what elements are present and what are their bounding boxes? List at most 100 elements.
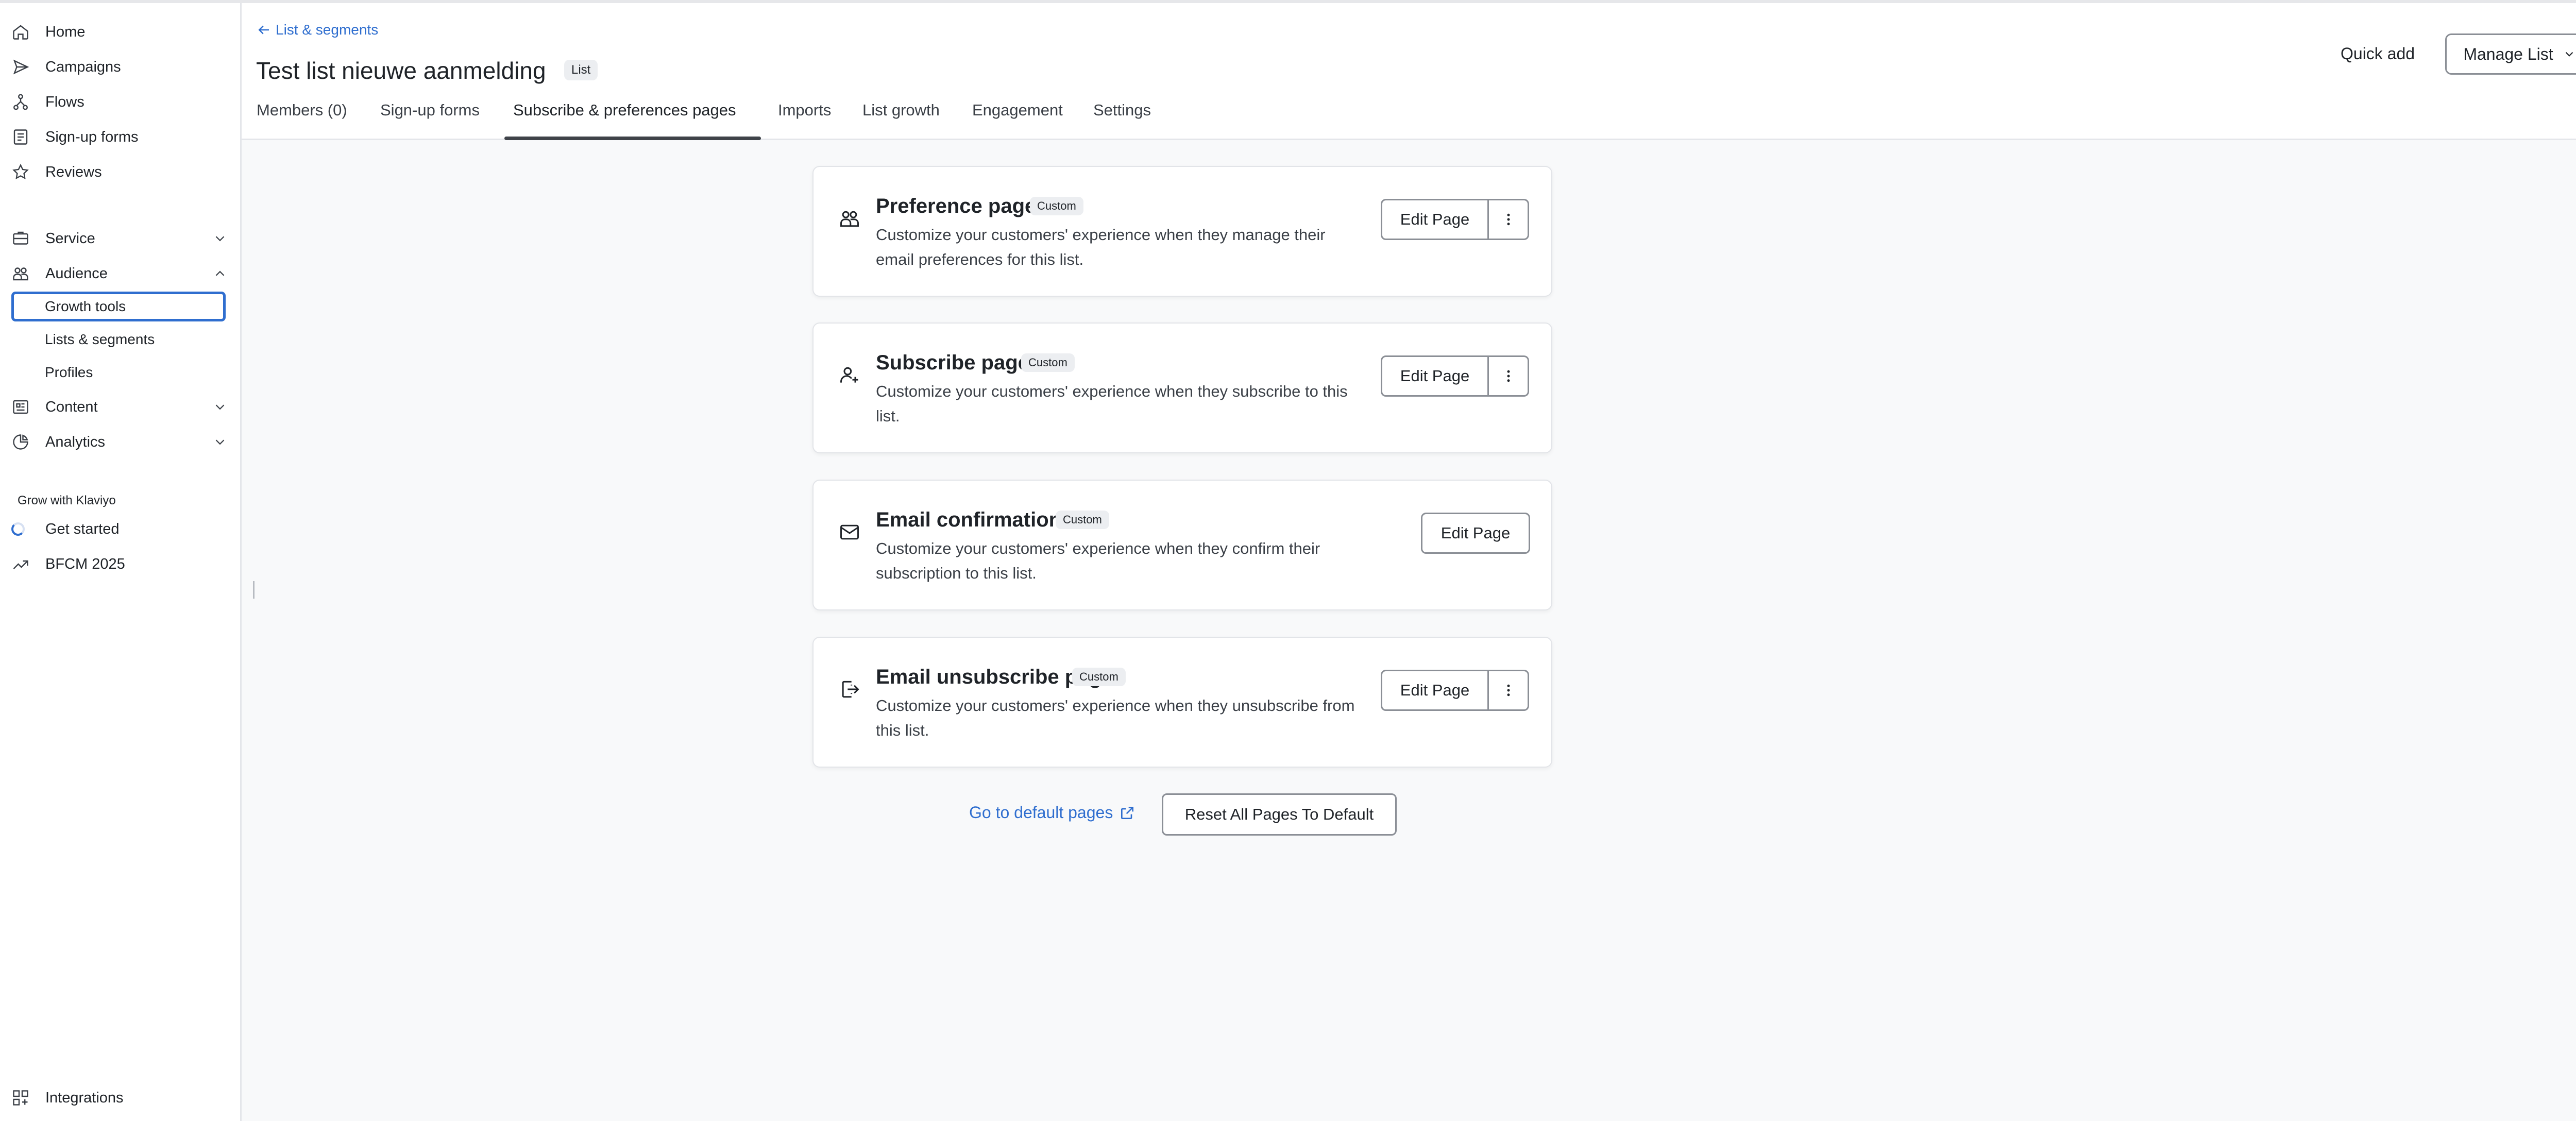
more-options-button[interactable] — [1489, 199, 1529, 240]
external-link-icon — [1121, 806, 1134, 819]
sidebar-item-label: Reviews — [45, 163, 102, 180]
sidebar-item-service[interactable]: Service — [11, 224, 228, 253]
envelope-icon — [840, 524, 859, 540]
custom-badge: Custom — [1021, 353, 1075, 372]
home-icon — [11, 21, 34, 43]
analytics-icon — [11, 431, 34, 453]
tab-members[interactable]: Members (0) — [257, 101, 347, 120]
go-to-default-pages-link[interactable]: Go to default pages — [969, 803, 1136, 822]
quick-add-button[interactable]: Quick add — [2341, 44, 2415, 63]
default-link-label: Go to default pages — [969, 803, 1113, 822]
chevron-down-icon[interactable] — [212, 434, 228, 450]
edit-page-button[interactable]: Edit Page — [1421, 513, 1530, 554]
resize-handle[interactable] — [253, 581, 255, 599]
sidebar-item-label: Home — [45, 23, 86, 40]
back-link[interactable]: List & segments — [256, 22, 378, 38]
audience-icon — [11, 262, 34, 285]
user-add-icon — [840, 367, 858, 383]
more-options-button[interactable] — [1489, 355, 1529, 397]
trend-up-icon — [11, 553, 34, 575]
manage-list-button[interactable]: Manage List — [2445, 33, 2576, 75]
send-icon — [11, 56, 34, 78]
sidebar-item-flows[interactable]: Flows — [11, 87, 228, 117]
sidebar-item-label: Campaigns — [45, 58, 121, 75]
sidebar-item-label: Service — [45, 230, 95, 247]
card-email-confirmation: Email confirmation Custom Customize your… — [812, 480, 1552, 610]
logout-icon — [842, 681, 859, 698]
chevron-down-icon[interactable] — [212, 399, 228, 415]
custom-badge: Custom — [1072, 668, 1126, 686]
reset-all-pages-button[interactable]: Reset All Pages To Default — [1162, 793, 1397, 836]
sidebar-item-label: Integrations — [45, 1089, 124, 1106]
preferences-icon — [840, 211, 859, 227]
card-subscribe-page: Subscribe page Custom Customize your cus… — [812, 322, 1552, 453]
manage-list-label: Manage List — [2463, 44, 2553, 63]
sidebar: Home Campaigns Flows Sign-up forms Revie… — [0, 3, 242, 1121]
more-vertical-icon — [1507, 213, 1510, 226]
sidebar-item-home[interactable]: Home — [11, 17, 228, 47]
chevron-down-icon — [2565, 52, 2573, 57]
card-description: Customize your customers' experience whe… — [876, 226, 1326, 268]
tab-subscribe-preferences[interactable]: Subscribe & preferences pages — [513, 101, 736, 120]
card-preference-page: Preference page Custom Customize your cu… — [812, 166, 1552, 297]
sidebar-item-label: BFCM 2025 — [45, 555, 125, 572]
more-vertical-icon — [1507, 684, 1510, 697]
grow-section-label: Grow with Klaviyo — [18, 494, 116, 507]
sidebar-subitem-profiles[interactable]: Profiles — [11, 358, 226, 387]
sidebar-subitem-lists-segments[interactable]: Lists & segments — [11, 325, 226, 354]
sidebar-item-label: Content — [45, 398, 98, 415]
sidebar-item-label: Analytics — [45, 433, 106, 450]
sidebar-item-reviews[interactable]: Reviews — [11, 157, 228, 187]
edit-button-group: Edit Page — [1381, 670, 1529, 711]
tab-engagement[interactable]: Engagement — [972, 101, 1063, 120]
sidebar-item-bfcm[interactable]: BFCM 2025 — [11, 549, 228, 579]
sidebar-subitem-label: Lists & segments — [45, 331, 155, 347]
sidebar-item-integrations[interactable]: Integrations — [11, 1083, 228, 1113]
edit-button-group: Edit Page — [1381, 355, 1529, 397]
list-badge: List — [564, 60, 598, 80]
custom-badge: Custom — [1056, 511, 1109, 529]
edit-page-button[interactable]: Edit Page — [1381, 199, 1489, 240]
sidebar-item-analytics[interactable]: Analytics — [11, 427, 228, 457]
page-header: List & segments Test list nieuwe aanmeld… — [242, 3, 2576, 140]
sidebar-item-label: Get started — [45, 520, 120, 537]
more-options-button[interactable] — [1489, 670, 1529, 711]
tab-sign-up-forms[interactable]: Sign-up forms — [380, 101, 480, 120]
edit-page-button[interactable]: Edit Page — [1381, 670, 1489, 711]
sidebar-item-get-started[interactable]: Get started — [11, 514, 228, 544]
card-title: Preference page — [876, 195, 1037, 217]
sidebar-subitem-label: Growth tools — [45, 298, 126, 314]
form-icon — [11, 126, 34, 148]
integrations-icon — [11, 1086, 34, 1109]
custom-badge: Custom — [1030, 197, 1083, 215]
tab-imports[interactable]: Imports — [778, 101, 831, 120]
card-title: Subscribe page — [876, 351, 1029, 374]
sidebar-item-audience[interactable]: Audience — [11, 259, 228, 288]
sidebar-item-sign-up-forms[interactable]: Sign-up forms — [11, 122, 228, 152]
active-tab-indicator — [504, 137, 761, 140]
chevron-down-icon[interactable] — [212, 231, 228, 246]
card-description: Customize your customers' experience whe… — [876, 539, 1320, 582]
chevron-up-icon[interactable] — [212, 266, 228, 281]
sidebar-item-label: Audience — [45, 265, 108, 282]
star-icon — [11, 161, 34, 183]
content-icon — [11, 396, 34, 418]
sidebar-subitem-growth-tools[interactable]: Growth tools — [11, 292, 226, 321]
card-description: Customize your customers' experience whe… — [876, 697, 1355, 739]
progress-spinner-icon — [11, 518, 34, 540]
edit-button-group: Edit Page — [1421, 513, 1530, 554]
main-content: List & segments Test list nieuwe aanmeld… — [242, 3, 2576, 1121]
tab-list-growth[interactable]: List growth — [862, 101, 940, 120]
edit-page-button[interactable]: Edit Page — [1381, 355, 1489, 397]
tab-settings[interactable]: Settings — [1093, 101, 1151, 120]
sidebar-item-content[interactable]: Content — [11, 392, 228, 422]
sidebar-item-label: Flows — [45, 93, 84, 110]
edit-button-group: Edit Page — [1381, 199, 1529, 240]
more-vertical-icon — [1507, 370, 1510, 382]
sidebar-subitem-label: Profiles — [45, 364, 93, 380]
card-email-unsubscribe-page: Email unsubscribe page Custom Customize … — [812, 637, 1552, 768]
card-title: Email confirmation — [876, 508, 1062, 531]
sidebar-item-campaigns[interactable]: Campaigns — [11, 52, 228, 82]
page-title: Test list nieuwe aanmelding — [256, 57, 546, 84]
sidebar-item-label: Sign-up forms — [45, 128, 139, 145]
